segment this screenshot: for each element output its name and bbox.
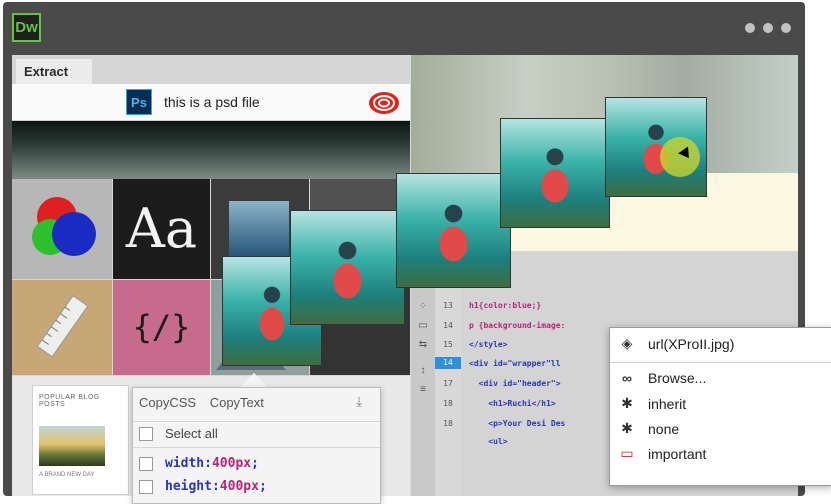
tab-copycss[interactable]: CopyCSS xyxy=(139,395,196,410)
indent-icon[interactable]: ≡ xyxy=(417,384,429,396)
select-all-label: Select all xyxy=(165,426,218,441)
psd-file-label: this is a psd file xyxy=(164,94,260,110)
css-property-row[interactable]: height:400px; xyxy=(139,479,267,494)
code-line[interactable]: <div id="wrapper"ll xyxy=(469,359,561,368)
ruler-icon xyxy=(36,294,89,358)
divider xyxy=(133,447,380,448)
menu-item-label: none xyxy=(648,420,680,437)
divider xyxy=(610,362,831,363)
property-checkbox[interactable] xyxy=(139,456,153,471)
color-circles-icon xyxy=(32,197,96,256)
property-name: height xyxy=(165,479,212,494)
photoshop-icon: Ps xyxy=(126,89,152,115)
blog-post-card: POPULAR BLOG POSTS A BRAND NEW DAY xyxy=(32,385,129,495)
select-all-row[interactable]: Select all xyxy=(139,426,218,441)
menu-item-browse[interactable]: ∞ Browse... xyxy=(616,370,706,386)
post-subtitle: A BRAND NEW DAY xyxy=(39,472,95,478)
line-number: 18 xyxy=(443,419,453,428)
menu-item-label: Browse... xyxy=(648,370,707,386)
css-property-row[interactable]: width:400px; xyxy=(139,456,259,471)
comment-icon[interactable]: ▭ xyxy=(417,320,429,332)
gradient-swatch xyxy=(229,201,289,261)
menu-item-label: url(XProII.jpg) xyxy=(648,335,735,352)
asset-photo[interactable] xyxy=(396,173,511,288)
code-hint-menu: ◈ url(XProII.jpg) ∞ Browse... ✱ inherit … xyxy=(609,327,831,486)
grid-icon[interactable]: ⁘ xyxy=(417,301,429,313)
line-number: 13 xyxy=(443,301,453,310)
typography-tile[interactable]: Aa xyxy=(113,179,210,279)
asset-photo[interactable] xyxy=(500,118,610,228)
asset-photo[interactable] xyxy=(290,210,405,325)
download-icon[interactable]: ⤓ xyxy=(356,393,370,409)
dreamweaver-logo: Dw xyxy=(12,13,41,42)
post-title: POPULAR BLOG POSTS xyxy=(39,394,100,408)
code-line[interactable]: p {background-image: xyxy=(469,321,565,330)
asterisk-icon: ✱ xyxy=(621,395,633,411)
divider xyxy=(133,421,380,422)
copy-tabs: CopyCSS CopyText xyxy=(139,395,274,410)
tab-copytext[interactable]: CopyText xyxy=(210,395,264,410)
property-value: 400px xyxy=(211,456,252,471)
wrap-icon[interactable]: ⇆ xyxy=(417,339,429,351)
select-all-checkbox[interactable] xyxy=(139,426,153,441)
code-line[interactable]: <div id="header"> xyxy=(469,379,561,388)
window-menu-dots[interactable] xyxy=(745,23,791,33)
line-number: 18 xyxy=(443,399,453,408)
line-number: 17 xyxy=(443,379,453,388)
creative-cloud-icon[interactable] xyxy=(367,88,401,116)
psd-banner-image xyxy=(12,121,410,179)
copy-css-panel: CopyCSS CopyText ⤓ Select all width:400p… xyxy=(132,387,381,504)
post-image xyxy=(39,426,105,466)
code-tile[interactable]: {/} xyxy=(113,280,210,375)
link-icon: ∞ xyxy=(622,370,632,386)
property-name: width xyxy=(165,456,205,471)
panel-arrow xyxy=(240,373,268,387)
rgb-color-tile[interactable] xyxy=(12,179,112,279)
property-checkbox[interactable] xyxy=(139,479,153,494)
measure-tile[interactable] xyxy=(12,280,112,375)
code-line[interactable]: h1{color:blue;} xyxy=(469,301,541,310)
code-line[interactable]: </style> xyxy=(469,340,508,349)
code-line[interactable]: <ul> xyxy=(469,437,507,446)
line-number: 14 xyxy=(443,321,453,330)
dot-icon xyxy=(763,23,773,33)
dot-icon xyxy=(781,23,791,33)
menu-item-url[interactable]: ◈ url(XProII.jpg) xyxy=(616,335,735,352)
menu-item-important[interactable]: ▭ important xyxy=(616,445,706,462)
menu-item-inherit[interactable]: ✱ inherit xyxy=(616,395,686,412)
line-number: 15 xyxy=(443,340,453,349)
tab-extract[interactable]: Extract xyxy=(16,59,92,84)
asterisk-icon: ✱ xyxy=(621,420,633,436)
code-line[interactable]: <h1>Ruchi</h1> xyxy=(469,399,555,408)
menu-item-label: important xyxy=(648,445,707,462)
menu-item-none[interactable]: ✱ none xyxy=(616,420,679,437)
dot-icon xyxy=(745,23,755,33)
flag-icon: ▭ xyxy=(620,445,634,461)
active-line-number: 14 xyxy=(435,357,461,369)
layers-icon: ◈ xyxy=(621,335,633,351)
code-line[interactable]: <p>Your Desi Des xyxy=(469,419,565,428)
format-icon[interactable]: ↕ xyxy=(417,365,429,377)
property-value: 400px xyxy=(219,479,259,494)
menu-item-label: inherit xyxy=(648,395,687,412)
